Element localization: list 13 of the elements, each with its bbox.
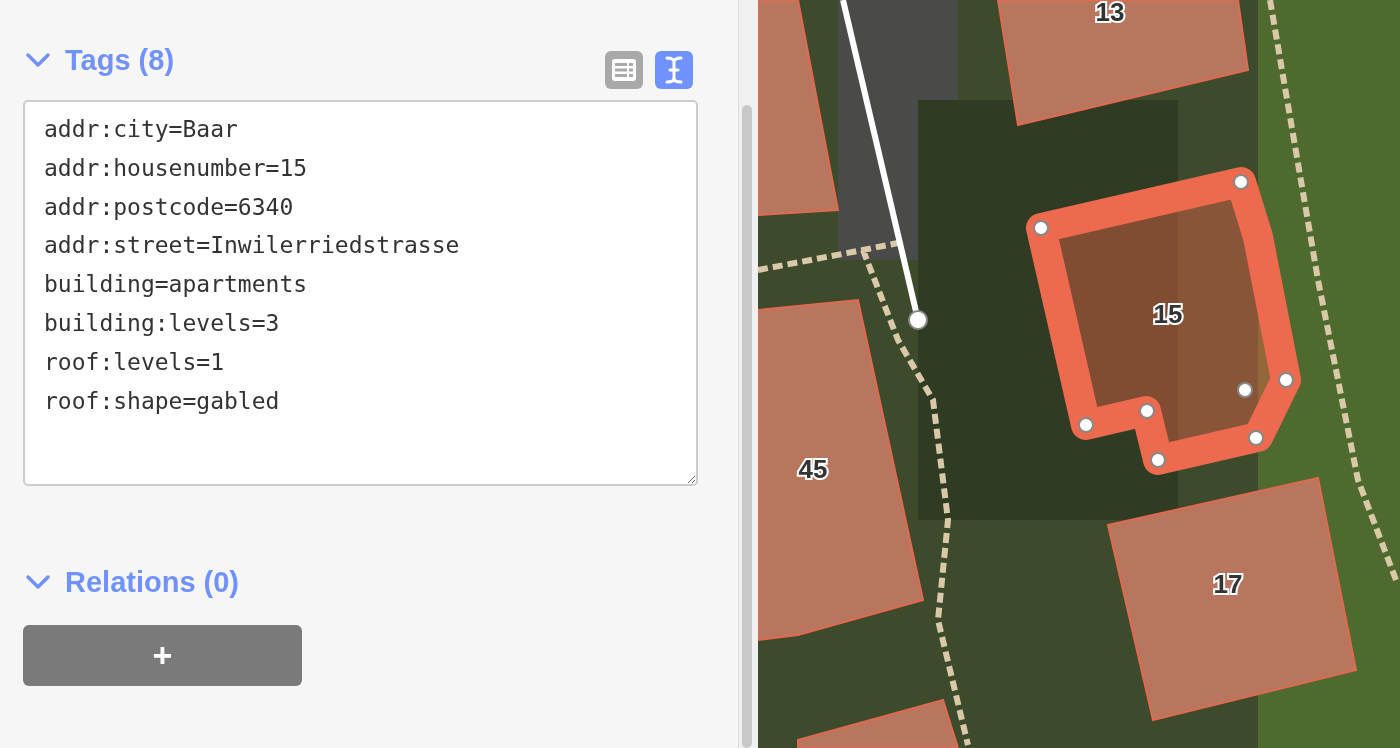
add-relation-button[interactable]: + — [23, 625, 302, 686]
house-number-label: 17 — [1213, 568, 1243, 599]
list-view-button[interactable] — [605, 51, 643, 89]
house-number-label: 13 — [1095, 0, 1125, 27]
text-view-button[interactable] — [655, 51, 693, 89]
list-icon — [611, 58, 637, 82]
section-toggle[interactable]: Relations (0) — [25, 565, 240, 599]
text-cursor-icon — [665, 56, 683, 84]
section-toggle[interactable]: Tags (8) — [25, 43, 175, 77]
house-number-label: 15 — [1153, 298, 1183, 329]
house-number-label: 45 — [798, 453, 828, 484]
tag-text-field[interactable]: addr:city=Baar addr:housenumber=15 addr:postcode=6340 addr:street=Inwilerriedstrasse building=apartments building:levels=3 roof:levels=1 roof:shape=gabled — [23, 100, 698, 486]
scrollbar-thumb[interactable] — [742, 105, 752, 748]
